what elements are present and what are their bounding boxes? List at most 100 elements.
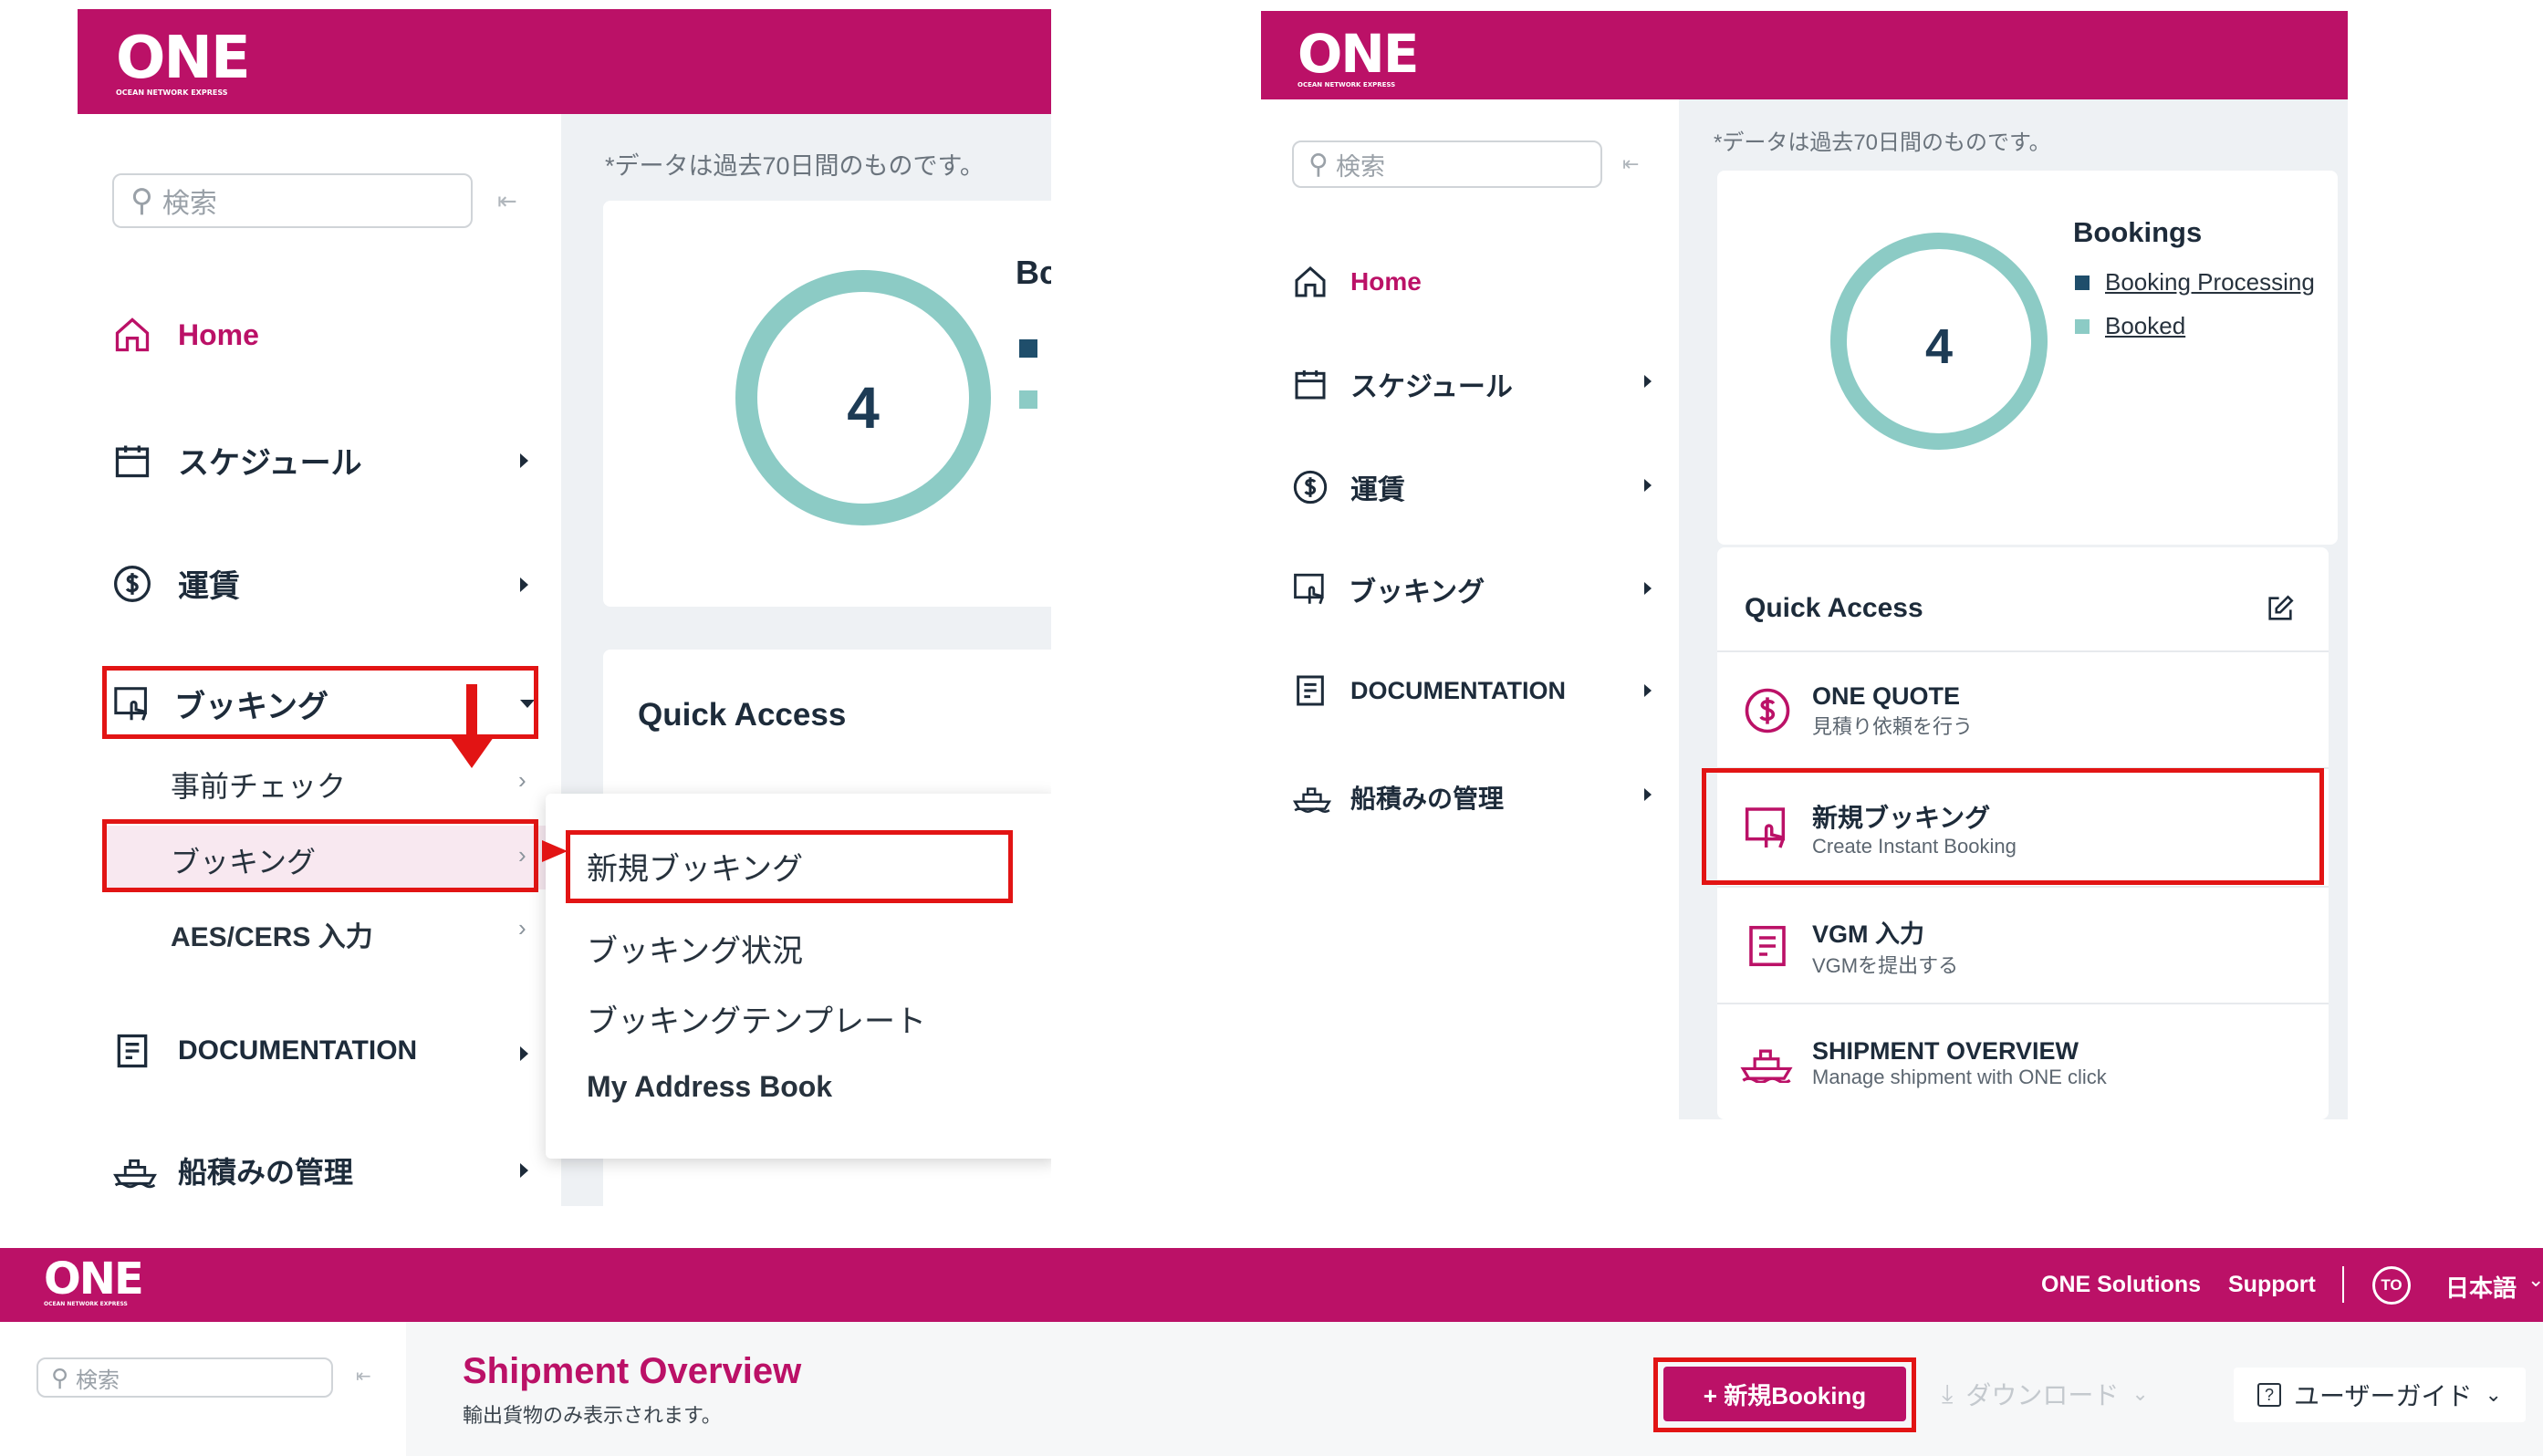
panel-quick-access: ONE OCEAN NETWORK EXPRESS ⚲ 検索 ⇤ Home スケ… [1261, 11, 2348, 1119]
search-input[interactable]: ⚲ 検索 [36, 1357, 333, 1398]
home-icon [1295, 265, 1326, 297]
bookings-title-partial: Bc [1016, 254, 1051, 291]
nav-schedule[interactable]: スケジュール [112, 438, 362, 483]
quick-access-title: Quick Access [1745, 593, 1923, 623]
highlight-new-booking-button [1653, 1357, 1916, 1432]
edit-icon[interactable] [2265, 593, 2296, 624]
submenu-aes[interactable]: AES/CERS 入力 [171, 914, 373, 954]
bookings-widget: 4 Bookings Booking Processing Booked [1717, 171, 2338, 545]
nav-shipping-mgmt[interactable]: 船積みの管理 [1292, 779, 1504, 816]
nav-documentation[interactable]: DOCUMENTATION [1292, 672, 1566, 709]
collapse-sidebar-icon[interactable]: ⇤ [356, 1365, 371, 1388]
search-icon: ⚲ [51, 1363, 69, 1391]
collapse-sidebar-icon[interactable]: ⇤ [497, 187, 517, 215]
aes-chevron-icon: › [518, 914, 526, 941]
one-logo[interactable]: ONE OCEAN NETWORK EXPRESS [44, 1257, 144, 1307]
search-icon: ⚲ [130, 183, 153, 218]
submenu-precheck[interactable]: 事前チェック [171, 764, 346, 806]
dollar-icon [1293, 470, 1328, 504]
avatar[interactable]: TO [2372, 1266, 2411, 1305]
nav-booking[interactable]: ブッキング [1292, 569, 1485, 609]
nav-schedule[interactable]: スケジュール [1292, 364, 1513, 404]
page-subtitle: 輸出貨物のみ表示されます。 [463, 1404, 722, 1427]
precheck-chevron-icon: › [518, 766, 526, 794]
shipping-mgmt-expand-icon [520, 1163, 528, 1178]
sidebar: ⚲ 検索 ⇤ Home スケジュール 運賃 ブッキング DOCUMENTATIO… [1261, 99, 1679, 1119]
language-selector[interactable]: 日本語 [2445, 1270, 2517, 1304]
sidebar: ⚲ 検索 ⇤ Home スケジュール 運賃 ブッキング 事前チェック › ブッキ… [78, 114, 561, 1206]
header-solutions-link[interactable]: ONE Solutions [2041, 1272, 2201, 1298]
document-icon [1297, 675, 1324, 706]
dollar-icon [1745, 688, 1790, 733]
chevron-down-icon: ⌄ [2527, 1268, 2543, 1291]
booking-expand-icon [1644, 582, 1652, 595]
legend-booked-swatch [1019, 390, 1037, 409]
highlight-submenu-booking [102, 819, 538, 892]
qa-shipment-overview-sub: Manage shipment with ONE click [1812, 1065, 2107, 1088]
legend-booked-link[interactable]: Booked [2105, 312, 2185, 340]
highlight-qa-new-booking [1702, 768, 2324, 885]
qa-shipment-overview[interactable]: SHIPMENT OVERVIEW Manage shipment with O… [1717, 1003, 2329, 1119]
panel-booking-menu: ONE OCEAN NETWORK EXPRESS ⚲ 検索 ⇤ Home スケ… [78, 9, 1051, 1206]
red-arrow-down [450, 684, 494, 768]
header-bar: ONE OCEAN NETWORK EXPRESS [1261, 11, 2348, 99]
search-input[interactable]: ⚲ 検索 [1292, 140, 1602, 188]
nav-shipping-mgmt[interactable]: 船積みの管理 [112, 1149, 353, 1191]
rates-expand-icon [1644, 479, 1652, 492]
header-bar: ONE OCEAN NETWORK EXPRESS ONE Solutions … [0, 1248, 2543, 1322]
qa-one-quote-title: ONE QUOTE [1812, 681, 1961, 710]
nav-documentation[interactable]: DOCUMENTATION [112, 1031, 417, 1071]
flyout-address-book[interactable]: My Address Book [587, 1070, 832, 1104]
data-note: *データは過去70日間のものです。 [1714, 130, 2051, 155]
nav-rates[interactable]: 運賃 [112, 561, 240, 606]
flyout-booking-template[interactable]: ブッキングテンプレート [587, 996, 926, 1041]
qa-vgm-sub: VGMを提出する [1812, 953, 1959, 977]
nav-home[interactable]: Home [1292, 264, 1422, 300]
ship-icon [113, 1159, 157, 1189]
documentation-expand-icon [1644, 684, 1652, 697]
dollar-icon [114, 565, 151, 602]
rates-expand-icon [520, 577, 528, 592]
red-arrow-right [542, 840, 568, 862]
legend-booked-swatch [2075, 319, 2090, 334]
legend-processing-swatch [2075, 276, 2090, 290]
nav-rates[interactable]: 運賃 [1292, 467, 1405, 507]
documentation-expand-icon [520, 1046, 528, 1061]
one-logo[interactable]: ONE OCEAN NETWORK EXPRESS [1298, 27, 1419, 88]
qa-one-quote[interactable]: ONE QUOTE 見積り依頼を行う [1717, 650, 2329, 769]
calendar-icon [1295, 370, 1326, 400]
nav-home[interactable]: Home [112, 315, 259, 355]
header-divider [2342, 1266, 2344, 1303]
chevron-down-icon: ⌄ [2131, 1382, 2149, 1405]
ship-icon [1740, 1049, 1793, 1083]
chevron-down-icon: ⌄ [2485, 1383, 2502, 1406]
bookings-count: 4 [847, 375, 880, 441]
booking-flyout-menu: 新規ブッキング ブッキング状況 ブッキングテンプレート My Address B… [546, 794, 1051, 1159]
user-guide-button[interactable]: ? ユーザーガイド ⌄ [2234, 1368, 2526, 1422]
quick-access-title: Quick Access [638, 697, 847, 733]
page-title: Shipment Overview [463, 1351, 802, 1391]
download-button[interactable]: ⤓ ダウンロード ⌄ [1942, 1376, 2149, 1412]
home-icon [115, 317, 150, 352]
one-logo[interactable]: ONE OCEAN NETWORK EXPRESS [116, 29, 251, 97]
header-support-link[interactable]: Support [2228, 1272, 2316, 1298]
ship-icon [1292, 787, 1332, 813]
flyout-booking-status[interactable]: ブッキング状況 [587, 926, 803, 971]
calendar-icon [115, 445, 150, 477]
legend-booking-processing-link[interactable]: Booking Processing [2105, 268, 2315, 296]
shipping-mgmt-expand-icon [1644, 788, 1652, 801]
header-bar: ONE OCEAN NETWORK EXPRESS [78, 9, 1051, 114]
legend-processing-swatch [1019, 339, 1037, 358]
booking-icon [1294, 573, 1324, 605]
bookings-widget: 4 Bc [603, 201, 1051, 607]
bookings-count: 4 [1924, 319, 1954, 374]
search-icon: ⚲ [1308, 149, 1329, 180]
qa-shipment-overview-title: SHIPMENT OVERVIEW [1812, 1036, 2079, 1065]
download-icon: ⤓ [1942, 1378, 1954, 1408]
collapse-sidebar-icon[interactable]: ⇤ [1622, 152, 1639, 176]
qa-vgm[interactable]: VGM 入力 VGMを提出する [1717, 886, 2329, 1004]
bookings-title: Bookings [2073, 216, 2203, 248]
schedule-expand-icon [1644, 375, 1652, 388]
search-input[interactable]: ⚲ 検索 [112, 173, 473, 228]
schedule-expand-icon [520, 453, 528, 468]
